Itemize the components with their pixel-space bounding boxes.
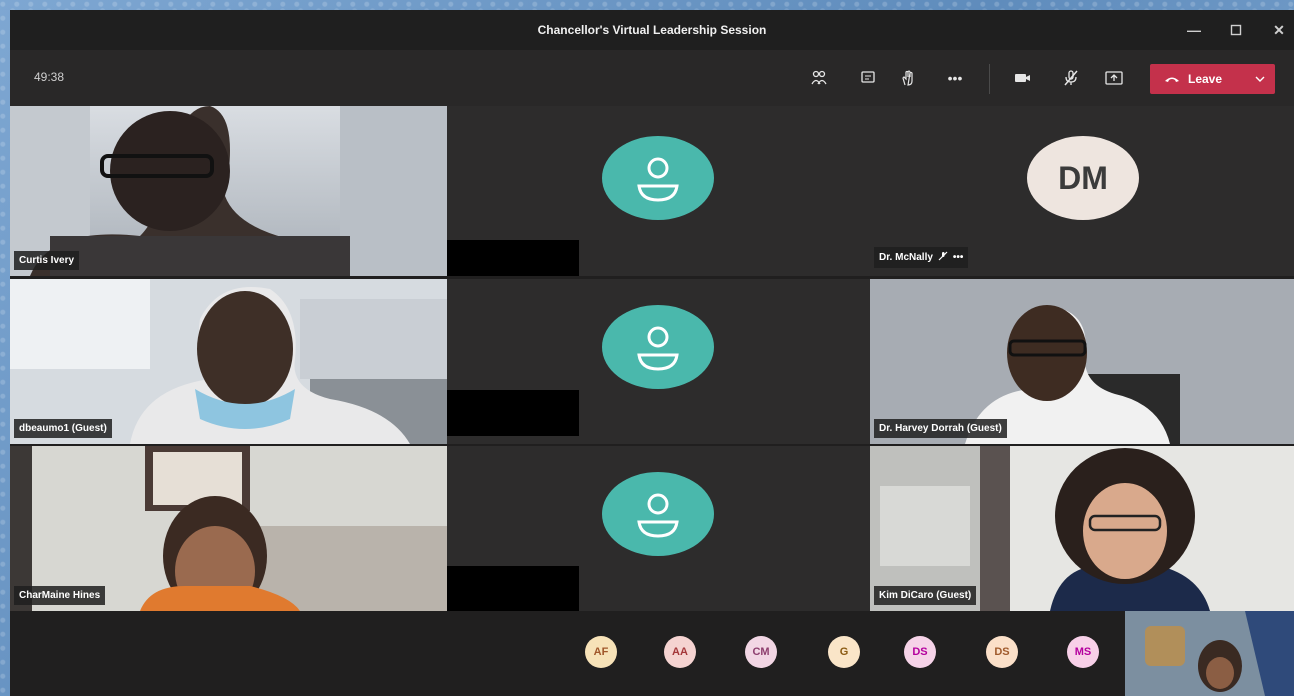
- window-title: Chancellor's Virtual Leadership Session: [537, 23, 767, 37]
- avatar-initials: AA: [672, 646, 688, 658]
- video-tile-hidden-participant-3[interactable]: [447, 446, 870, 611]
- avatar-initials: DS: [994, 646, 1010, 658]
- participant-name-tag: dbeaumo1 (Guest): [14, 419, 112, 438]
- person-icon: [637, 157, 679, 202]
- avatar-initials: DM: [1058, 159, 1108, 196]
- video-tile-dr-harvey-dorrah[interactable]: Dr. Harvey Dorrah (Guest): [870, 279, 1294, 444]
- participant-name-tag: Dr. McNally •••: [874, 247, 969, 268]
- mic-muted-icon: [938, 251, 948, 264]
- share-screen-icon[interactable]: [1102, 66, 1126, 90]
- minimize-icon[interactable]: —: [1177, 10, 1211, 50]
- mic-muted-icon[interactable]: [1059, 66, 1083, 90]
- video-tile-kim-dicaro[interactable]: Kim DiCaro (Guest): [870, 446, 1294, 611]
- participant-name-tag: Dr. Harvey Dorrah (Guest): [874, 419, 1007, 438]
- chevron-down-icon[interactable]: [1255, 72, 1265, 86]
- video-tile-curtis-ivery[interactable]: Curtis Ivery: [10, 106, 447, 276]
- toolbar-divider: [989, 64, 990, 94]
- video-tile-dr-mcnally[interactable]: DM Dr. McNally •••: [870, 106, 1294, 276]
- meeting-timer: 49:38: [34, 70, 65, 84]
- default-avatar: [602, 136, 714, 220]
- hang-up-icon: [1164, 72, 1180, 86]
- person-icon: [637, 326, 679, 371]
- overflow-avatar[interactable]: DS: [904, 636, 936, 668]
- self-video-preview[interactable]: [1125, 611, 1294, 696]
- avatar-initials: CM: [752, 646, 770, 658]
- avatar-initials: G: [839, 646, 849, 658]
- raise-hand-icon[interactable]: [896, 66, 920, 90]
- more-options-icon[interactable]: •••: [943, 66, 967, 90]
- video-tile-charmaine-hines[interactable]: CharMaine Hines: [10, 446, 447, 611]
- avatar-initials: MS: [1074, 646, 1092, 658]
- leave-button[interactable]: Leave: [1150, 64, 1275, 94]
- video-tile-hidden-participant-1[interactable]: [447, 106, 870, 276]
- participants-icon[interactable]: [807, 66, 831, 90]
- avatar-initials: AF: [593, 646, 609, 658]
- maximize-icon[interactable]: [1219, 10, 1253, 50]
- video-tile-hidden-participant-2[interactable]: [447, 279, 870, 444]
- person-icon: [637, 493, 679, 538]
- participant-name-tag: Kim DiCaro (Guest): [874, 586, 977, 605]
- title-bar: Chancellor's Virtual Leadership Session …: [10, 10, 1294, 50]
- overflow-avatar[interactable]: G: [828, 636, 860, 668]
- chat-icon[interactable]: [856, 66, 880, 90]
- leave-label: Leave: [1188, 72, 1223, 86]
- overflow-avatar[interactable]: DS: [986, 636, 1018, 668]
- participant-name-tag: CharMaine Hines: [14, 586, 106, 605]
- camera-icon[interactable]: [1011, 66, 1035, 90]
- overflow-participants-strip: [10, 611, 1294, 696]
- avatar-initials: DS: [912, 646, 928, 658]
- default-avatar: [602, 472, 714, 556]
- redacted-name-tag: [447, 390, 579, 436]
- overflow-avatar[interactable]: AA: [664, 636, 696, 668]
- self-video-feed: [1125, 611, 1294, 696]
- teams-meeting-window: Chancellor's Virtual Leadership Session …: [10, 10, 1294, 696]
- default-avatar: [602, 305, 714, 389]
- close-icon[interactable]: ✕: [1262, 10, 1294, 50]
- redacted-name-tag: [447, 566, 579, 611]
- meeting-toolbar: 49:38 ••• Leave: [10, 50, 1294, 106]
- redacted-name-tag: [447, 240, 579, 276]
- participant-name: Dr. McNally: [879, 252, 933, 263]
- overflow-avatar[interactable]: CM: [745, 636, 777, 668]
- video-tile-dbeaumo1[interactable]: dbeaumo1 (Guest): [10, 279, 447, 444]
- overflow-avatar[interactable]: AF: [585, 636, 617, 668]
- participant-name-tag: Curtis Ivery: [14, 251, 80, 270]
- overflow-avatar[interactable]: MS: [1067, 636, 1099, 668]
- initials-avatar: DM: [1027, 136, 1139, 220]
- more-options-icon[interactable]: •••: [953, 252, 964, 263]
